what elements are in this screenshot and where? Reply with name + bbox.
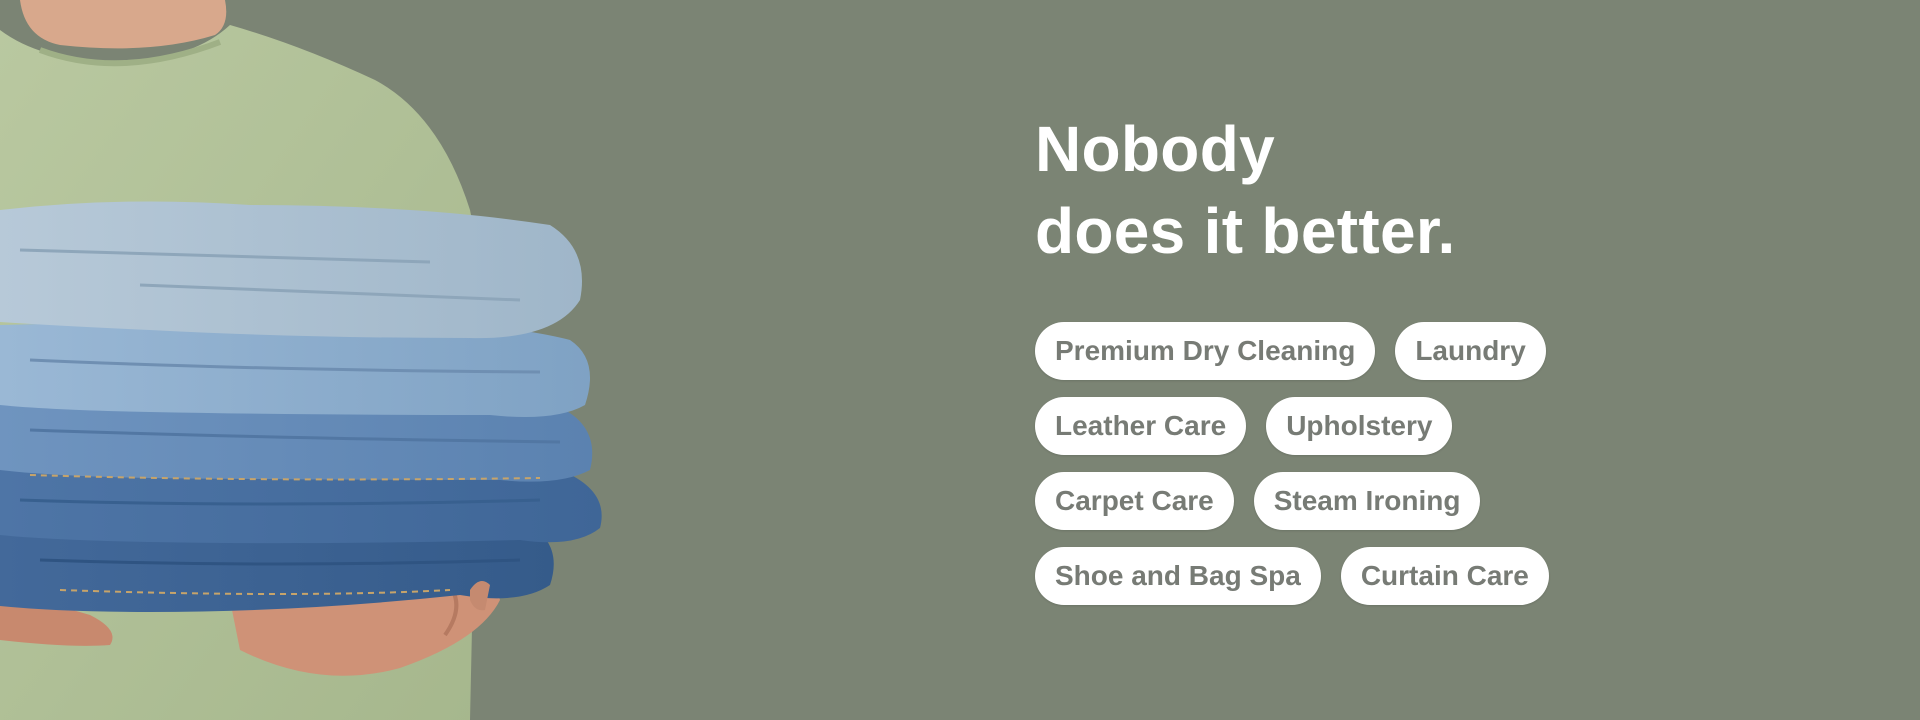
headline-line-1: Nobody	[1035, 113, 1275, 185]
service-tag-steam-ironing: Steam Ironing	[1253, 472, 1481, 530]
service-tag-row: Leather Care Upholstery	[1035, 397, 1675, 455]
service-tag-carpet-care: Carpet Care	[1035, 472, 1234, 530]
service-tags: Premium Dry Cleaning Laundry Leather Car…	[1035, 322, 1675, 605]
copy-block: Nobody does it better. Premium Dry Clean…	[1035, 108, 1675, 605]
service-tag-leather-care: Leather Care	[1035, 397, 1247, 455]
service-tag-upholstery: Upholstery	[1266, 397, 1453, 455]
service-tag-shoe-and-bag-spa: Shoe and Bag Spa	[1035, 547, 1321, 605]
headline-line-2: does it better.	[1035, 195, 1456, 267]
service-tag-curtain-care: Curtain Care	[1340, 547, 1549, 605]
service-tag-row: Premium Dry Cleaning Laundry	[1035, 322, 1675, 380]
folded-denim-photo	[0, 0, 640, 720]
service-tag-premium-dry-cleaning: Premium Dry Cleaning	[1035, 322, 1376, 380]
service-tag-row: Carpet Care Steam Ironing	[1035, 472, 1675, 530]
hero-banner: Nobody does it better. Premium Dry Clean…	[0, 0, 1920, 720]
headline: Nobody does it better.	[1035, 108, 1675, 272]
service-tag-row: Shoe and Bag Spa Curtain Care	[1035, 547, 1675, 605]
service-tag-laundry: Laundry	[1395, 322, 1546, 380]
